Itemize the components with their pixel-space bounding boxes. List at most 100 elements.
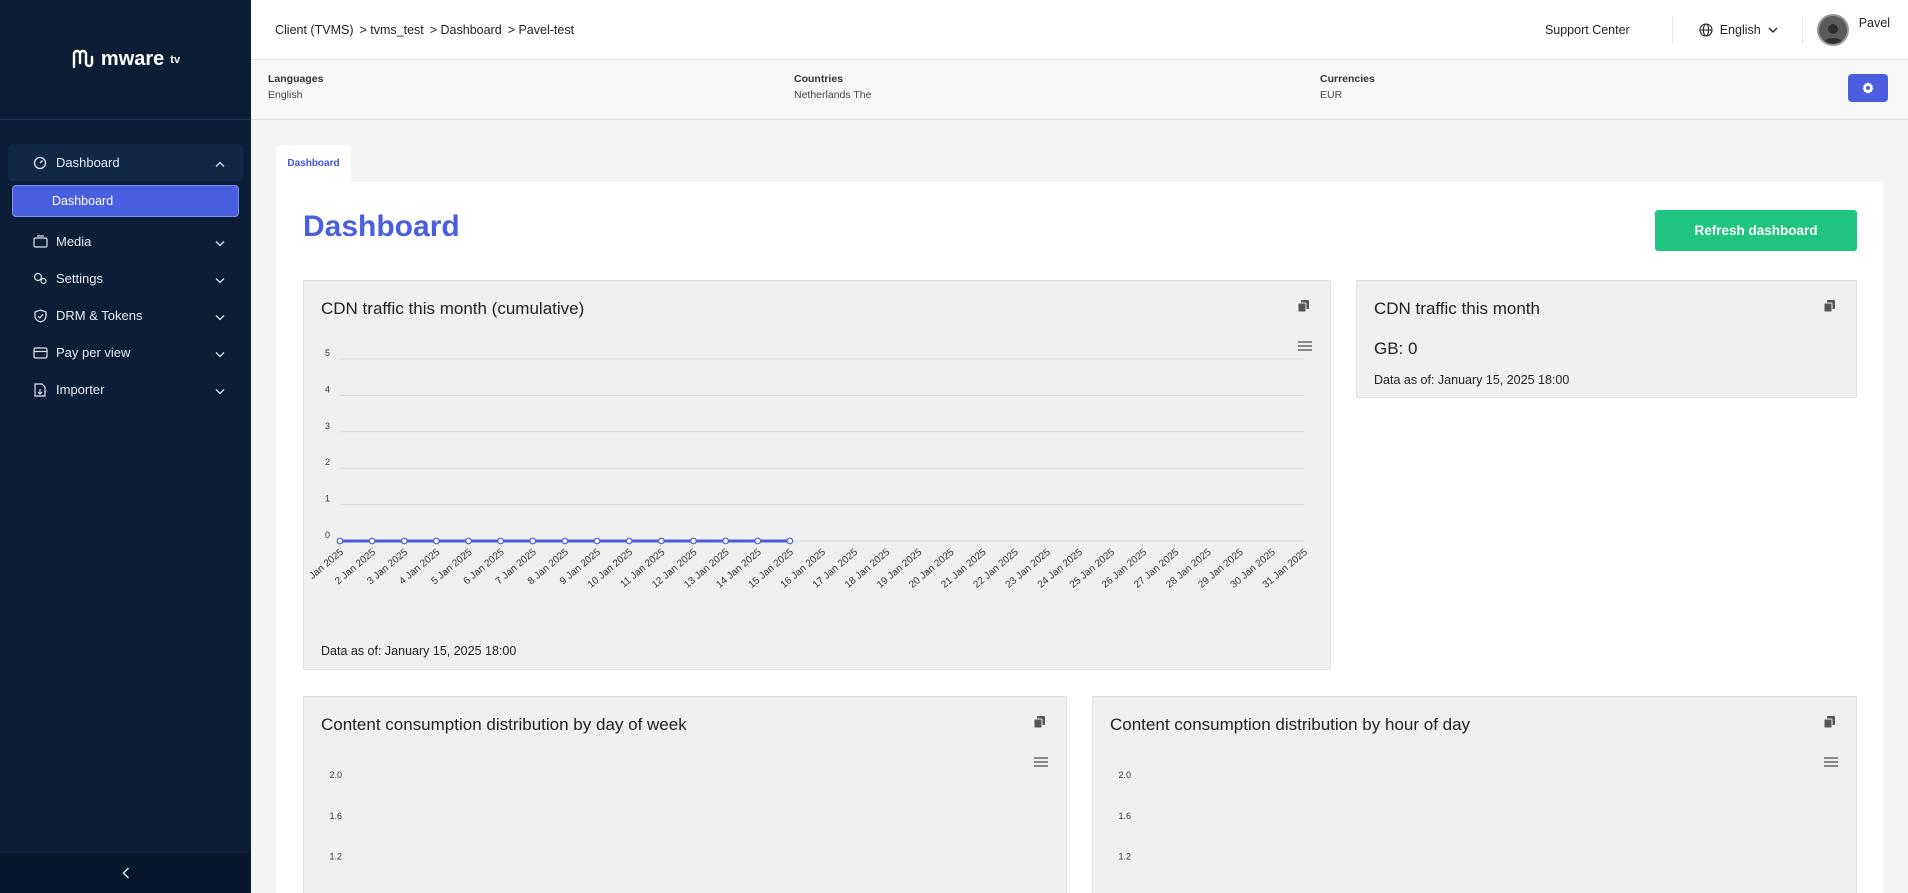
sidebar-nav: Dashboard Dashboard Media Settings DRM &… [0, 120, 251, 408]
chevron-down-icon [215, 234, 225, 249]
sidebar-group-label: Media [56, 234, 92, 249]
logo-text: mware [100, 48, 165, 70]
breadcrumb-item[interactable]: > tvms_test [359, 23, 423, 37]
day-of-week-card: Content consumption distribution by day … [303, 696, 1067, 893]
chevron-down-icon [215, 345, 225, 360]
y-tick-label: 5 [325, 348, 330, 358]
shield-icon [32, 308, 48, 324]
breadcrumb-item[interactable]: > Dashboard [430, 23, 502, 37]
copy-icon[interactable] [1823, 715, 1836, 729]
y-tick-label: 2.0 [329, 770, 342, 780]
y-tick-label: 1.2 [1118, 852, 1131, 862]
support-center-link[interactable]: Support Center [1545, 17, 1673, 43]
copy-icon[interactable] [1033, 715, 1046, 729]
countries-label: Countries [794, 73, 844, 85]
sidebar: mware tv Dashboard Dashboard Media Setti… [0, 0, 251, 893]
y-tick-label: 0 [325, 530, 330, 540]
hour-of-day-card: Content consumption distribution by hour… [1092, 696, 1857, 893]
sidebar-group-pay-per-view[interactable]: Pay per view [0, 334, 251, 371]
card-icon [32, 345, 48, 361]
sidebar-group-label: Settings [56, 271, 103, 286]
page-title: Dashboard [303, 210, 460, 243]
sidebar-group-label: DRM & Tokens [56, 308, 143, 323]
currencies-info: Currencies EUR [1320, 73, 1375, 101]
logo-mark-icon [72, 49, 94, 68]
cdn-cumulative-chart: 012345Jan 20252 Jan 20253 Jan 20254 Jan … [307, 348, 1310, 591]
media-icon [32, 234, 48, 250]
data-point [561, 537, 569, 545]
cdn-cumulative-card: CDN traffic this month (cumulative) 0 1 2 3… [303, 280, 1331, 670]
data-as-of: Data as of: January 15, 2025 18:00 [1374, 373, 1570, 387]
y-tick-label: 1.6 [329, 811, 342, 821]
data-point [754, 537, 762, 545]
data-point [465, 537, 472, 545]
dashboard-panel: Dashboard Refresh dashboard CDN traffic … [276, 182, 1883, 893]
breadcrumb-item[interactable]: Client (TVMS) [275, 23, 353, 37]
data-point [336, 537, 344, 545]
topbar-right: Support Center English Pavel [1545, 0, 1908, 60]
topbar: Client (TVMS) > tvms_test > Dashboard > … [251, 0, 1908, 60]
countries-value: Netherlands The [794, 89, 872, 101]
sidebar-group-media[interactable]: Media [0, 223, 251, 260]
language-label: English [1719, 23, 1761, 37]
tab-dashboard[interactable]: Dashboard [276, 145, 351, 182]
day-of-week-chart: 2.01.61.20.8 [329, 770, 342, 893]
data-point [368, 537, 376, 545]
sidebar-group-label: Importer [56, 382, 105, 397]
sidebar-group-label: Pay per view [56, 345, 131, 360]
gear-icon [1862, 82, 1874, 94]
y-tick-label: 2 [325, 457, 330, 467]
settings-button[interactable] [1848, 74, 1888, 102]
user-menu[interactable]: Pavel [1803, 0, 1908, 60]
language-selector[interactable]: English [1673, 17, 1803, 43]
chevron-up-icon [215, 155, 225, 170]
data-point [657, 537, 665, 545]
sidebar-collapse-button[interactable] [0, 853, 251, 893]
sidebar-item-dashboard[interactable]: Dashboard [12, 185, 239, 217]
user-silhouette-icon [1822, 24, 1843, 44]
sidebar-item-label: Dashboard [52, 194, 114, 208]
sidebar-group-drm-tokens[interactable]: DRM & Tokens [0, 297, 251, 334]
avatar [1816, 14, 1849, 46]
y-tick-label: 3 [325, 421, 330, 431]
sidebar-group-dashboard[interactable]: Dashboard [8, 144, 243, 181]
sidebar-group-importer[interactable]: Importer [0, 371, 251, 408]
globe-icon [1699, 23, 1713, 37]
card-title: CDN traffic this month (cumulative) [321, 299, 585, 318]
data-point [497, 537, 505, 545]
languages-info: Languages English [268, 73, 323, 101]
y-tick-label: 1.2 [329, 852, 342, 862]
y-tick-label: 1.6 [1118, 811, 1131, 821]
copy-icon[interactable] [1823, 299, 1836, 313]
user-name: Pavel [1858, 16, 1890, 30]
logo-area: mware tv [0, 0, 251, 120]
breadcrumb: Client (TVMS) > tvms_test > Dashboard > … [275, 23, 574, 37]
y-tick-label: 1 [325, 494, 330, 504]
file-import-icon [32, 382, 48, 398]
sidebar-group-label: Dashboard [56, 155, 120, 170]
chevron-down-icon [215, 271, 225, 286]
y-tick-label: 4 [325, 384, 330, 394]
logo-sup: tv [170, 53, 181, 66]
languages-value: English [268, 89, 303, 101]
chevron-left-icon [121, 867, 129, 879]
data-point [690, 537, 697, 545]
chevron-down-icon [215, 308, 225, 323]
data-point [625, 537, 633, 545]
breadcrumb-item: > Pavel-test [507, 22, 575, 37]
data-point [722, 537, 730, 545]
cdn-month-card: CDN traffic this month GB: 0 Data as of:… [1356, 280, 1857, 398]
card-title: Content consumption distribution by day … [321, 715, 687, 734]
data-point [786, 537, 794, 545]
data-point [432, 537, 440, 545]
copy-icon[interactable] [1297, 299, 1310, 313]
data-as-of: Data as of: January 15, 2025 18:00 [321, 644, 517, 658]
dashboard-icon [32, 155, 48, 171]
chevron-down-icon [215, 382, 225, 397]
info-bar: Languages English Countries Netherlands … [251, 60, 1908, 120]
sidebar-group-settings[interactable]: Settings [0, 260, 251, 297]
settings-icon [32, 271, 48, 287]
mwaretv-logo[interactable]: mware tv [71, 48, 180, 71]
chevron-down-icon [1768, 27, 1778, 33]
refresh-dashboard-button[interactable]: Refresh dashboard [1655, 210, 1857, 251]
